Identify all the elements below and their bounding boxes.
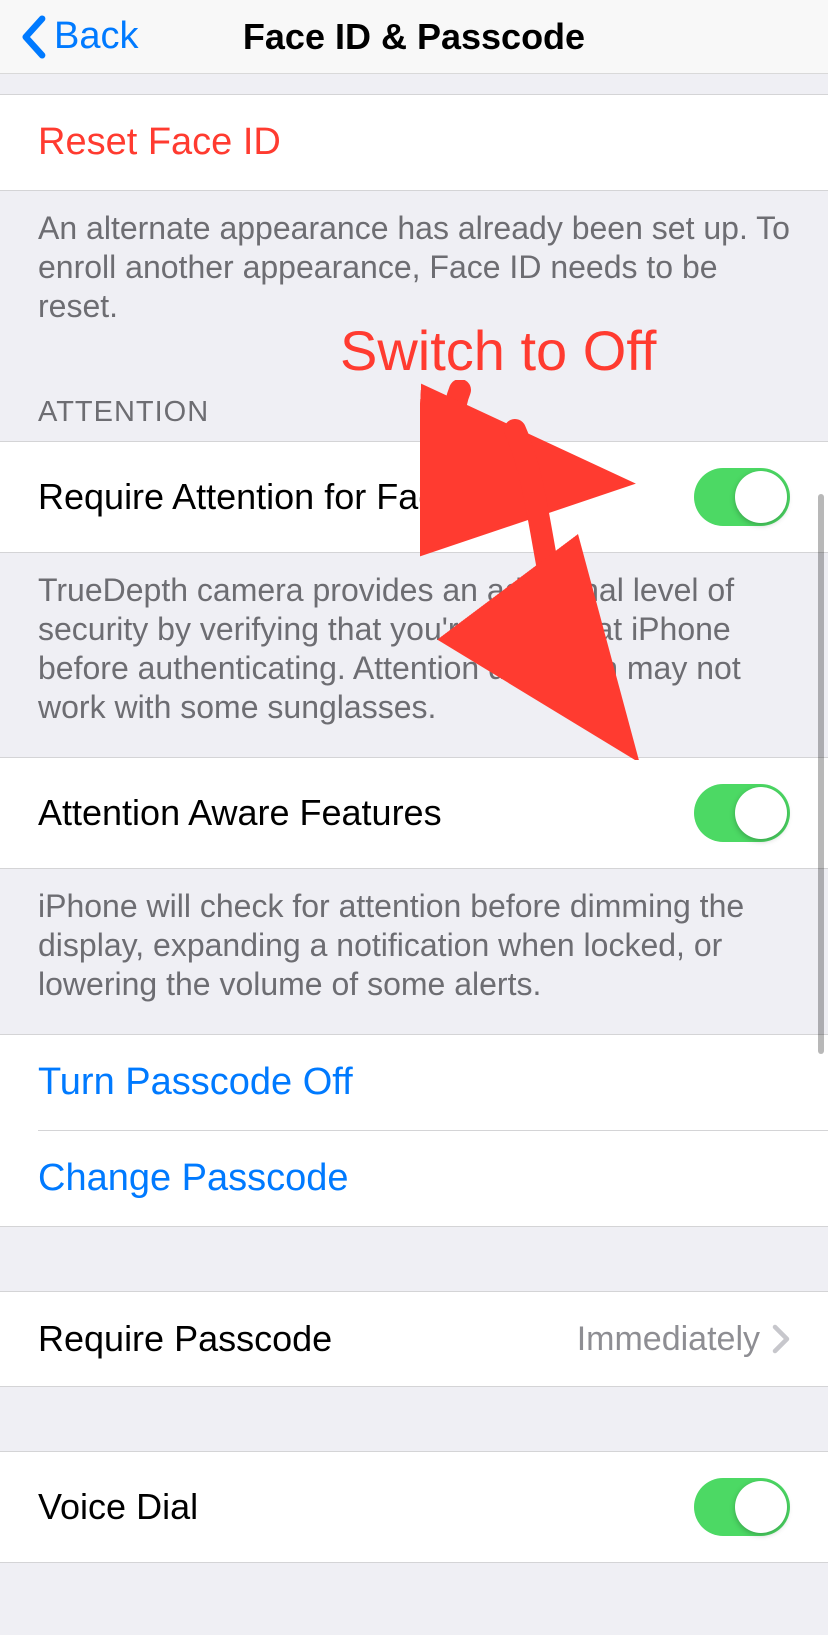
require-attention-toggle[interactable] — [694, 468, 790, 526]
require-passcode-label: Require Passcode — [38, 1318, 332, 1360]
attention-aware-row: Attention Aware Features — [0, 757, 828, 869]
attention-aware-footer: iPhone will check for attention before d… — [0, 869, 828, 1034]
require-attention-row: Require Attention for Face ID — [0, 441, 828, 553]
chevron-right-icon — [772, 1324, 790, 1354]
require-passcode-value: Immediately — [577, 1320, 790, 1359]
voice-dial-label: Voice Dial — [38, 1486, 198, 1528]
reset-face-id-row[interactable]: Reset Face ID — [0, 94, 828, 191]
voice-dial-toggle[interactable] — [694, 1478, 790, 1536]
attention-section-header: ATTENTION — [0, 356, 828, 441]
back-label: Back — [54, 15, 138, 58]
change-passcode-row[interactable]: Change Passcode — [0, 1131, 828, 1226]
require-attention-label: Require Attention for Face ID — [38, 476, 502, 518]
turn-passcode-off-label: Turn Passcode Off — [38, 1061, 353, 1103]
require-attention-footer: TrueDepth camera provides an additional … — [0, 553, 828, 757]
attention-aware-label: Attention Aware Features — [38, 792, 442, 834]
scroll-indicator[interactable] — [818, 494, 824, 1054]
reset-face-id-label: Reset Face ID — [38, 121, 281, 164]
back-button[interactable]: Back — [20, 15, 138, 59]
require-passcode-row[interactable]: Require Passcode Immediately — [0, 1291, 828, 1387]
passcode-group: Turn Passcode Off Change Passcode — [0, 1034, 828, 1227]
change-passcode-label: Change Passcode — [38, 1157, 349, 1199]
attention-aware-toggle[interactable] — [694, 784, 790, 842]
nav-header: Back Face ID & Passcode — [0, 0, 828, 74]
voice-dial-row: Voice Dial — [0, 1451, 828, 1563]
chevron-left-icon — [20, 15, 46, 59]
reset-face-id-footer: An alternate appearance has already been… — [0, 191, 828, 356]
page-title: Face ID & Passcode — [243, 16, 585, 58]
turn-passcode-off-row[interactable]: Turn Passcode Off — [0, 1035, 828, 1130]
settings-content: Reset Face ID An alternate appearance ha… — [0, 74, 828, 1563]
